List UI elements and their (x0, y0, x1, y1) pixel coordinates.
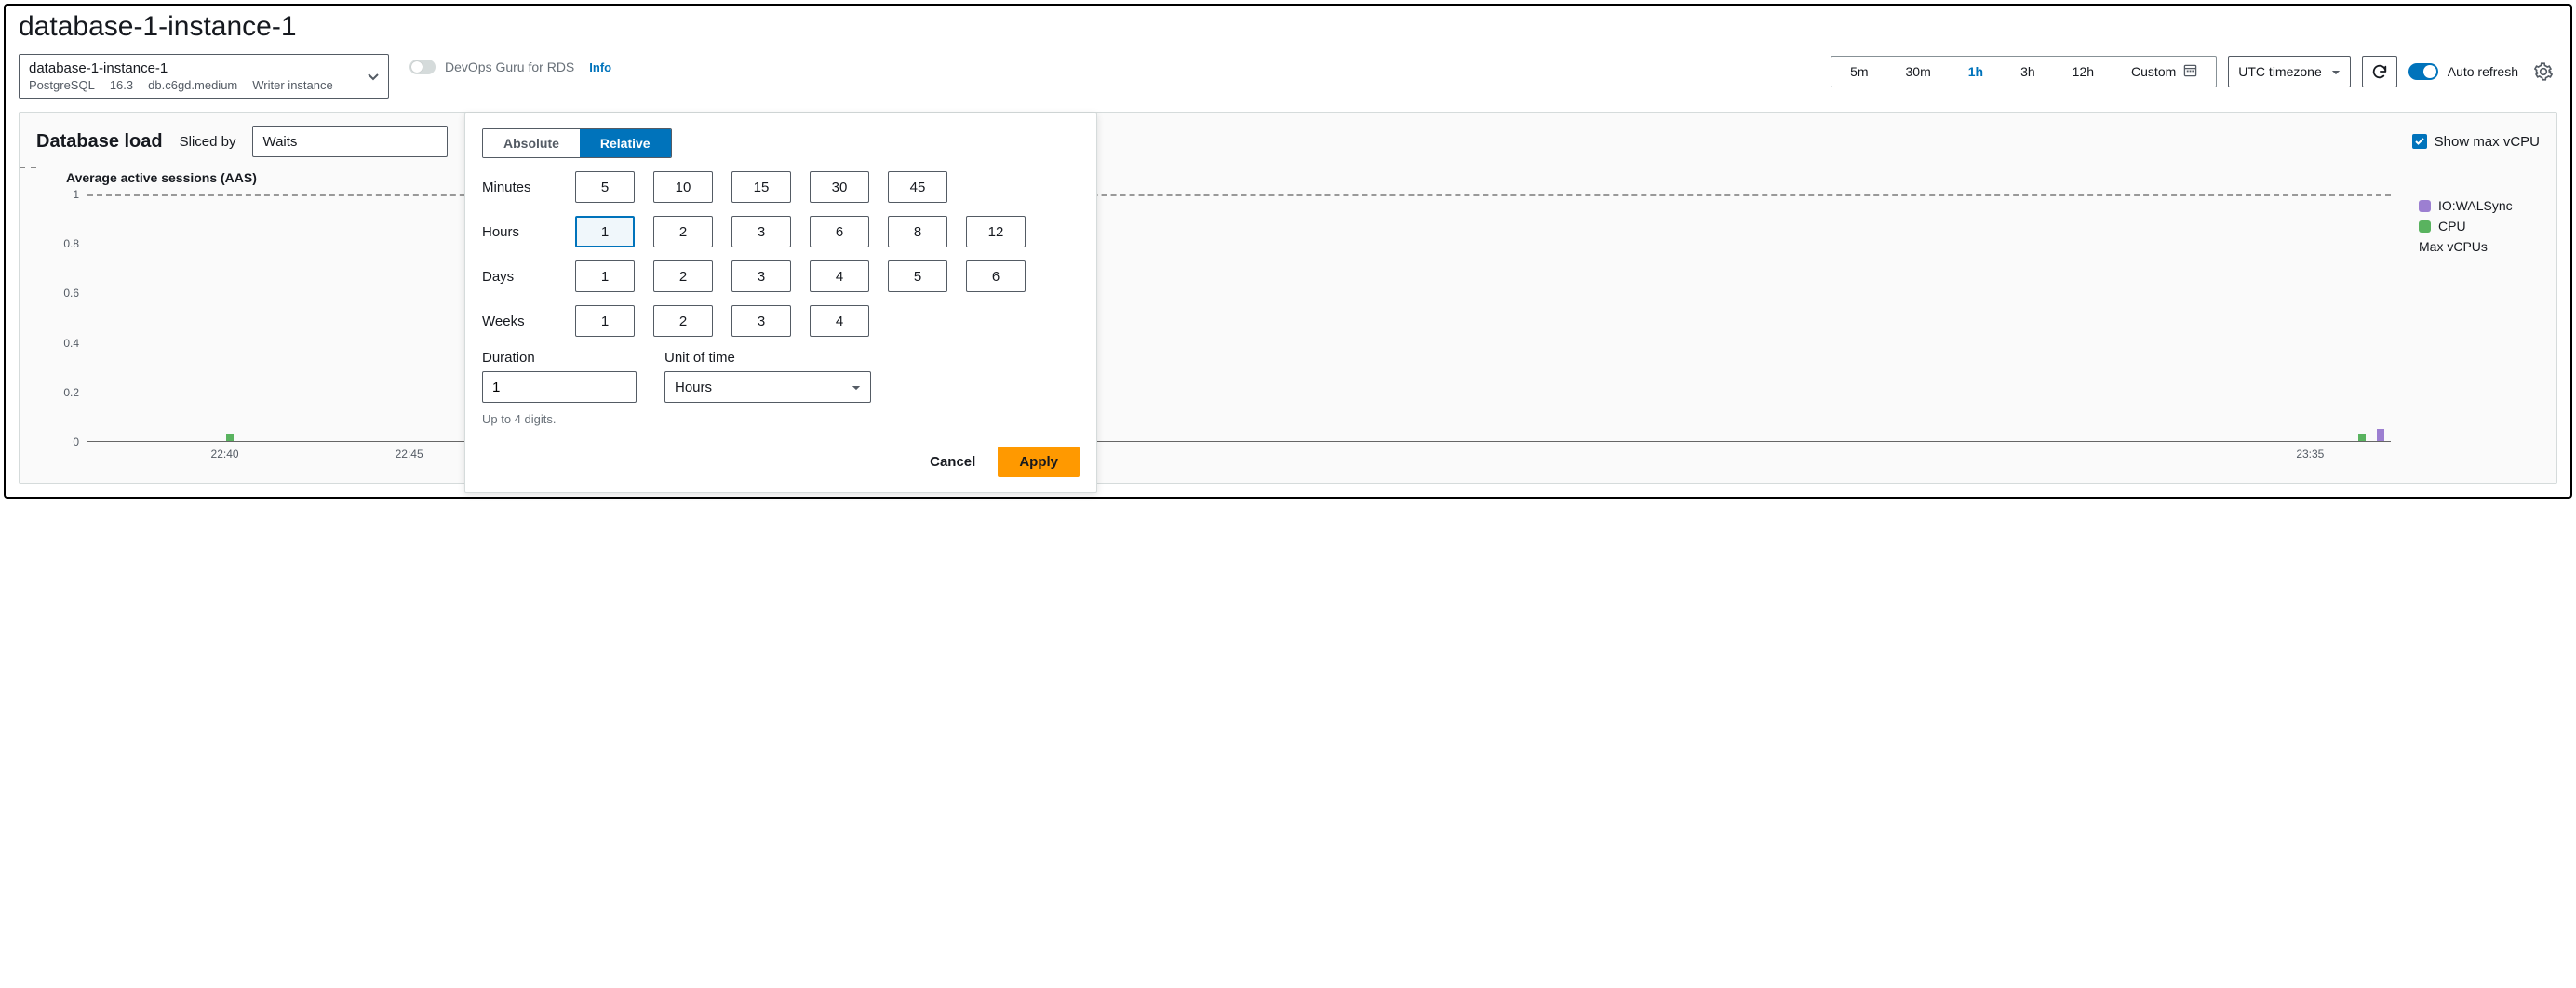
opt-hours-3[interactable]: 3 (731, 216, 791, 247)
duration-input[interactable] (482, 371, 637, 403)
y-axis: 00.20.40.60.81 (55, 194, 83, 442)
chart-title: Average active sessions (AAS) (55, 170, 2391, 191)
opt-minutes-15[interactable]: 15 (731, 171, 791, 203)
legend-swatch-max (20, 167, 36, 168)
devops-guru-label: DevOps Guru for RDS (445, 60, 574, 74)
database-load-panel: Database load Sliced by Waits Show max v… (19, 112, 2557, 484)
opt-hours-8[interactable]: 8 (888, 216, 947, 247)
timezone-select[interactable]: UTC timezone (2228, 56, 2350, 87)
sliced-by-select[interactable]: Waits (252, 126, 448, 157)
x-tick: 22:45 (396, 447, 423, 461)
opt-hours-12[interactable]: 12 (966, 216, 1026, 247)
page-title: database-1-instance-1 (6, 6, 2570, 54)
caret-down-icon (368, 69, 379, 84)
legend-label-iowal: IO:WALSync (2438, 198, 2513, 213)
panel-title: Database load (36, 131, 163, 153)
time-tab-12h[interactable]: 12h (2054, 57, 2113, 87)
instance-selector[interactable]: database-1-instance-1 PostgreSQL 16.3 db… (19, 54, 389, 99)
duration-hint: Up to 4 digits. (482, 412, 637, 426)
instance-class: db.c6gd.medium (148, 78, 237, 92)
opt-weeks-2[interactable]: 2 (653, 305, 713, 337)
caret-down-icon (852, 380, 861, 395)
y-tick: 0.2 (63, 386, 79, 399)
row-label-hours: Hours (482, 224, 557, 240)
opt-days-2[interactable]: 2 (653, 260, 713, 292)
row-label-weeks: Weeks (482, 314, 557, 329)
bar-cpu (226, 434, 234, 441)
opt-hours-6[interactable]: 6 (810, 216, 869, 247)
time-tab-3h[interactable]: 3h (2002, 57, 2054, 87)
time-tab-1h[interactable]: 1h (1950, 57, 2002, 87)
max-vcpu-line (87, 194, 2391, 196)
opt-minutes-30[interactable]: 30 (810, 171, 869, 203)
legend: IO:WALSync CPU Max vCPUs (2391, 170, 2540, 468)
y-tick: 0.4 (63, 337, 79, 350)
time-tab-30m[interactable]: 30m (1887, 57, 1950, 87)
cancel-button[interactable]: Cancel (924, 453, 981, 471)
legend-label-max: Max vCPUs (2419, 239, 2488, 254)
refresh-button[interactable] (2362, 56, 2397, 87)
instance-version: 16.3 (110, 78, 133, 92)
opt-days-1[interactable]: 1 (575, 260, 635, 292)
opt-weeks-3[interactable]: 3 (731, 305, 791, 337)
bar-cpu (2358, 434, 2366, 441)
auto-refresh-label: Auto refresh (2448, 64, 2518, 79)
y-tick: 0.8 (63, 237, 79, 250)
opt-weeks-1[interactable]: 1 (575, 305, 635, 337)
duration-label: Duration (482, 350, 637, 366)
unit-select[interactable]: Hours (664, 371, 871, 403)
unit-label: Unit of time (664, 350, 871, 366)
calendar-icon (2183, 63, 2197, 80)
opt-days-3[interactable]: 3 (731, 260, 791, 292)
time-range-popover: Absolute Relative Minutes 510153045 Hour… (464, 113, 1097, 493)
row-label-days: Days (482, 269, 557, 285)
legend-swatch-cpu (2419, 220, 2431, 233)
instance-name: database-1-instance-1 (29, 60, 379, 76)
instance-role: Writer instance (252, 78, 332, 92)
aas-chart: Average active sessions (AAS) 0 0.2 0.4 0.6… (55, 170, 2391, 468)
caret-down-icon (2331, 64, 2341, 79)
opt-days-6[interactable]: 6 (966, 260, 1026, 292)
apply-button[interactable]: Apply (998, 447, 1080, 477)
y-tick: 0 (73, 435, 79, 448)
plot-area (87, 194, 2391, 442)
opt-days-4[interactable]: 4 (810, 260, 869, 292)
bar-io:walsync (2377, 429, 2384, 441)
tab-absolute[interactable]: Absolute (483, 129, 580, 157)
tab-relative[interactable]: Relative (580, 129, 671, 157)
x-tick: 22:40 (211, 447, 239, 461)
unit-value: Hours (675, 380, 712, 395)
settings-button[interactable] (2529, 58, 2557, 86)
legend-swatch-iowal (2419, 200, 2431, 212)
x-tick: 23:35 (2296, 447, 2324, 461)
legend-label-cpu: CPU (2438, 219, 2466, 234)
devops-info-link[interactable]: Info (589, 60, 611, 74)
sliced-by-label: Sliced by (180, 134, 236, 150)
sliced-by-value: Waits (262, 134, 297, 150)
opt-weeks-4[interactable]: 4 (810, 305, 869, 337)
y-tick: 0.6 (63, 287, 79, 300)
timezone-label: UTC timezone (2238, 64, 2321, 79)
time-tab-custom-label: Custom (2131, 64, 2176, 79)
y-tick: 1 (73, 188, 79, 201)
time-range-tabs: 5m 30m 1h 3h 12h Custom (1831, 56, 2217, 87)
auto-refresh-toggle[interactable] (2408, 63, 2438, 80)
devops-guru-toggle[interactable] (409, 60, 436, 74)
time-tab-5m[interactable]: 5m (1831, 57, 1886, 87)
opt-days-5[interactable]: 5 (888, 260, 947, 292)
show-max-vcpu-label: Show max vCPU (2435, 134, 2540, 150)
time-tab-custom[interactable]: Custom (2113, 57, 2216, 87)
opt-minutes-5[interactable]: 5 (575, 171, 635, 203)
instance-engine: PostgreSQL (29, 78, 95, 92)
opt-minutes-45[interactable]: 45 (888, 171, 947, 203)
opt-minutes-10[interactable]: 10 (653, 171, 713, 203)
row-label-minutes: Minutes (482, 180, 557, 195)
opt-hours-1[interactable]: 1 (575, 216, 635, 247)
x-axis: 22:4022:4522:5022:5523:35 (87, 447, 2391, 468)
show-max-vcpu-checkbox[interactable] (2412, 134, 2427, 149)
opt-hours-2[interactable]: 2 (653, 216, 713, 247)
